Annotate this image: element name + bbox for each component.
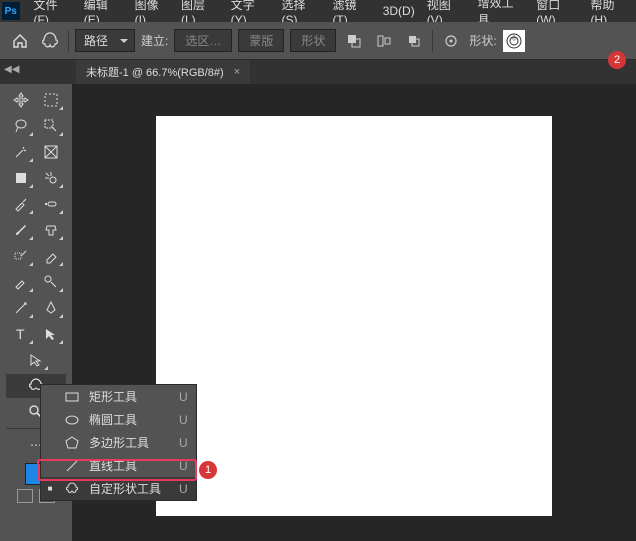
menu-3d[interactable]: 3D(D) [377, 1, 421, 21]
divider [68, 30, 69, 52]
shortcut-key: U [179, 436, 188, 450]
frame-tool[interactable] [37, 140, 65, 164]
eyedropper-tool[interactable] [7, 192, 35, 216]
shortcut-key: U [179, 390, 188, 404]
make-mask-button[interactable]: 蒙版 [238, 29, 284, 52]
expand-toggle-icon[interactable]: ◀◀ [4, 64, 19, 75]
path-alignment-icon[interactable] [372, 29, 396, 53]
line-icon [63, 459, 81, 473]
shape-tool-flyout: 矩形工具 U 椭圆工具 U 多边形工具 U 直线工具 U ■ 自定形状工具 U [40, 384, 197, 501]
shortcut-key: U [179, 482, 188, 496]
document-canvas[interactable] [156, 116, 552, 516]
flyout-label: 多边形工具 [89, 434, 161, 451]
direct-selection-tool[interactable] [22, 348, 50, 372]
build-label: 建立: [141, 32, 168, 49]
divider [432, 30, 433, 52]
eraser-tool[interactable] [37, 244, 65, 268]
shortcut-key: U [179, 459, 188, 473]
gear-icon[interactable] [439, 29, 463, 53]
history-brush-tool[interactable] [7, 244, 35, 268]
custom-shape-icon [63, 482, 81, 496]
slice-tool[interactable] [37, 166, 65, 190]
shape-picker[interactable] [503, 30, 525, 52]
pen-tool[interactable] [37, 296, 65, 320]
flyout-rectangle-tool[interactable]: 矩形工具 U [41, 385, 196, 408]
flyout-label: 自定形状工具 [89, 480, 161, 497]
flyout-label: 椭圆工具 [89, 411, 161, 428]
flyout-polygon-tool[interactable]: 多边形工具 U [41, 431, 196, 454]
spot-healing-tool[interactable] [37, 192, 65, 216]
brush-tool[interactable] [7, 218, 35, 242]
selected-indicator: ■ [45, 484, 55, 493]
dodge-tool[interactable] [7, 296, 35, 320]
magic-wand-tool[interactable] [7, 140, 35, 164]
document-title: 未标题-1 @ 66.7%(RGB/8#) [86, 64, 224, 80]
lasso-tool[interactable] [7, 114, 35, 138]
clone-stamp-tool[interactable] [37, 218, 65, 242]
make-shape-button[interactable]: 形状 [290, 29, 336, 52]
path-selection-tool[interactable] [37, 322, 65, 346]
flyout-label: 直线工具 [89, 457, 161, 474]
callout-1: 1 [199, 461, 217, 479]
blur-tool[interactable] [37, 270, 65, 294]
document-tab[interactable]: 未标题-1 @ 66.7%(RGB/8#) × [76, 60, 250, 84]
make-selection-button[interactable]: 选区… [174, 29, 232, 52]
menu-bar: Ps 文件(F) 编辑(E) 图像(I) 图层(L) 文字(Y) 选择(S) 滤… [0, 0, 636, 22]
ellipse-icon [63, 413, 81, 427]
document-tabs: 未标题-1 @ 66.7%(RGB/8#) × [0, 60, 636, 84]
crop-tool[interactable] [7, 166, 35, 190]
ps-logo: Ps [2, 2, 20, 20]
custom-shape-tool-icon [38, 29, 62, 53]
mode-select[interactable]: 路径 [75, 29, 135, 52]
flyout-line-tool[interactable]: 直线工具 U [41, 454, 196, 477]
callout-2: 2 [608, 51, 626, 69]
options-bar: 路径 建立: 选区… 蒙版 形状 形状: 2 [0, 22, 636, 60]
shape-label: 形状: [469, 32, 496, 49]
path-operations-icon[interactable] [342, 29, 366, 53]
flyout-label: 矩形工具 [89, 388, 161, 405]
flyout-ellipse-tool[interactable]: 椭圆工具 U [41, 408, 196, 431]
rectangle-icon [63, 390, 81, 404]
svg-text:T: T [16, 326, 25, 342]
close-icon[interactable]: × [234, 66, 240, 78]
home-icon[interactable] [8, 29, 32, 53]
path-arrangement-icon[interactable] [402, 29, 426, 53]
polygon-icon [63, 436, 81, 450]
type-tool[interactable]: T [7, 322, 35, 346]
flyout-custom-shape-tool[interactable]: ■ 自定形状工具 U [41, 477, 196, 500]
marquee-tool[interactable] [37, 88, 65, 112]
shortcut-key: U [179, 413, 188, 427]
quick-selection-tool[interactable] [37, 114, 65, 138]
gradient-tool[interactable] [7, 270, 35, 294]
quick-mask-icon[interactable] [17, 489, 33, 503]
move-tool[interactable] [7, 88, 35, 112]
